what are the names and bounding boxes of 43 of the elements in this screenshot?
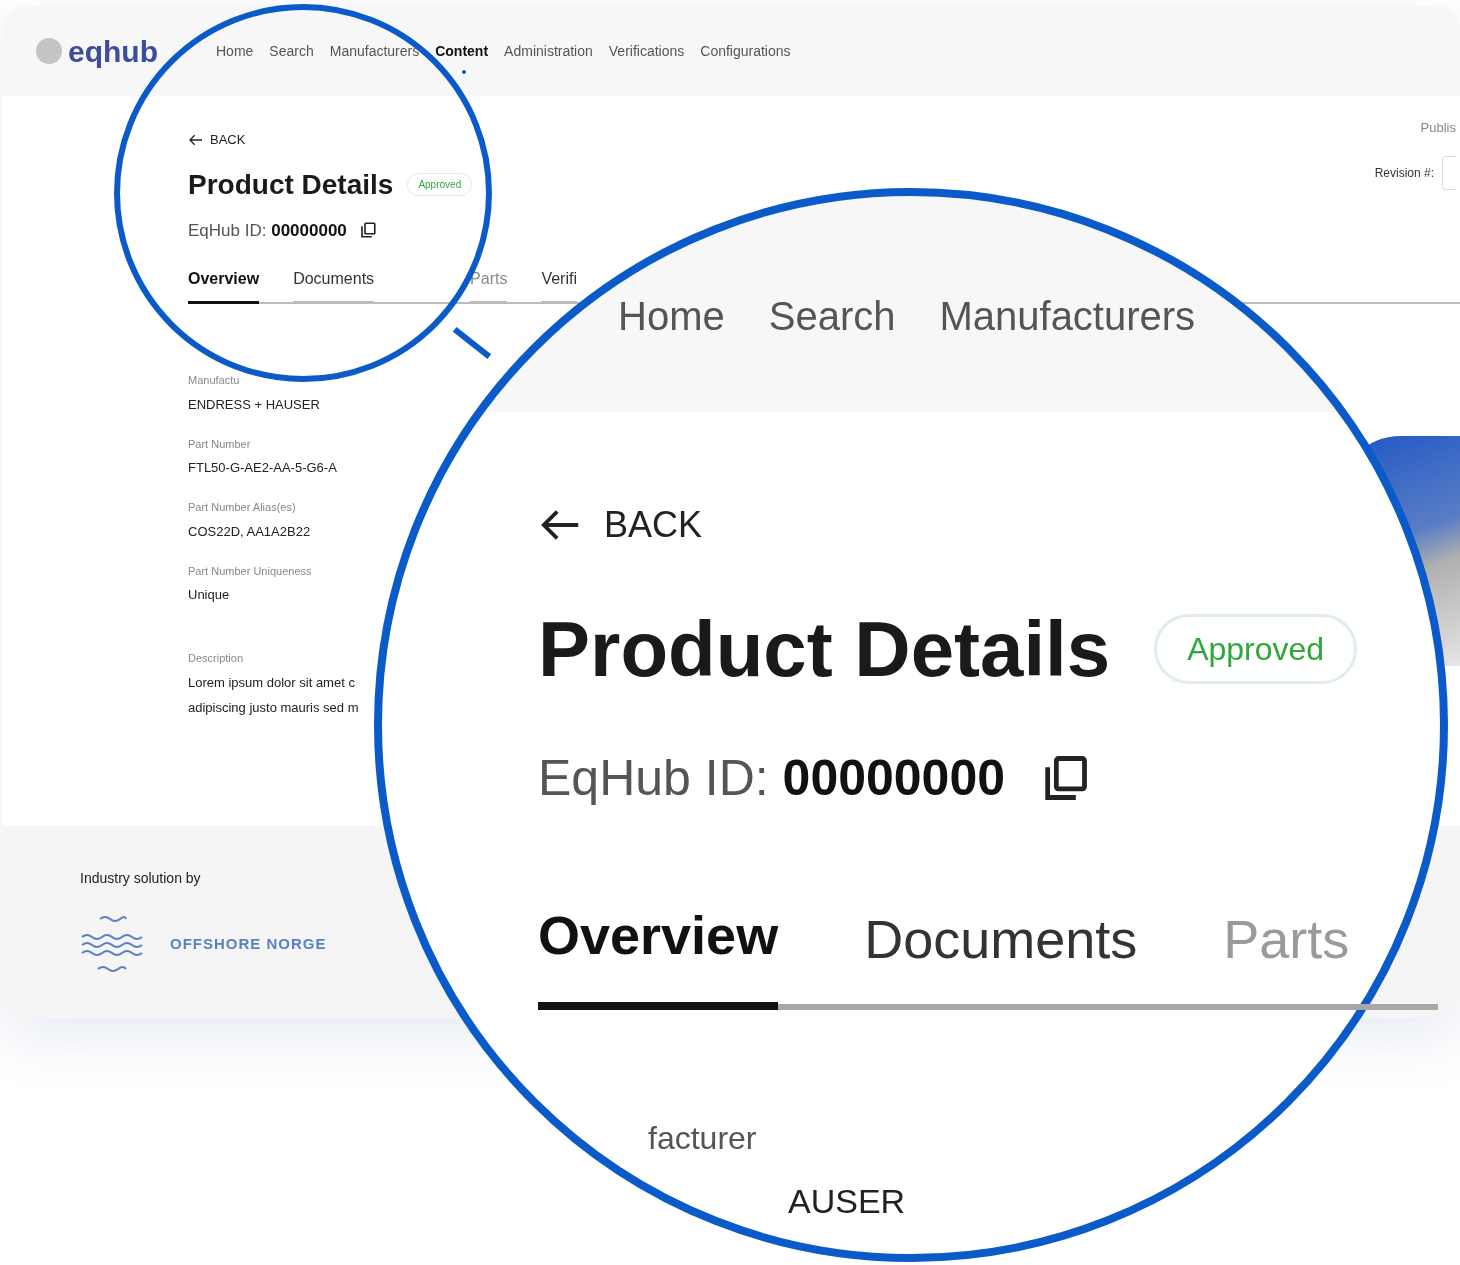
field-label: Part Number [188, 436, 251, 452]
status-badge: Approved [1154, 614, 1358, 684]
nav-link[interactable]: Configurations [700, 40, 791, 62]
revision-label: Revision #: [1374, 164, 1434, 182]
nav-link[interactable]: Administration [504, 40, 593, 62]
field-value: adipiscing justo mauris sed m [188, 698, 359, 717]
nav-link[interactable]: Home [216, 40, 254, 62]
tab[interactable]: Overview [188, 269, 260, 289]
field-label: facturer [648, 1122, 757, 1154]
field-value: FTL50-G-AE2-AA-5-G6-A [188, 459, 337, 477]
nav-link[interactable]: Manufacturers [329, 40, 420, 62]
field-value: ENDRESS + HAUSER [188, 395, 320, 414]
footer-caption: Industry solution by [80, 869, 202, 888]
field-label: Manufactu [188, 373, 240, 388]
nav-link[interactable]: Home [618, 296, 725, 336]
tab[interactable]: Documents [864, 908, 1138, 1010]
revision-field[interactable] [1442, 155, 1456, 190]
field-value: Unique [188, 586, 230, 604]
field-label: Description [188, 651, 244, 666]
nav-link[interactable]: Manufacturers [939, 296, 1196, 336]
publish-label: Publis [1420, 119, 1456, 137]
nav-link[interactable]: Content [435, 40, 489, 62]
page-title: Product Details [538, 610, 1111, 688]
tab[interactable]: Overview [538, 908, 779, 1010]
nav-link[interactable]: Search [768, 296, 896, 336]
field-value: COS22D, AA1A2B22 [188, 522, 311, 541]
tab[interactable]: Verifi [541, 269, 577, 289]
id-text: EqHub ID: 00000000 [538, 753, 1006, 803]
tab[interactable]: Documents [293, 269, 375, 289]
id-text: EqHub ID: 00000000 [188, 219, 347, 242]
logo-text[interactable]: eqhub [68, 28, 158, 74]
back-link[interactable]: BACK [538, 498, 703, 552]
field-label: Part Number Uniqueness [188, 563, 312, 579]
nav-link[interactable]: Search [269, 40, 314, 62]
back-link[interactable]: BACK [188, 130, 246, 150]
nav-link[interactable]: Verifications [608, 40, 685, 62]
partner-name: OFFSHORE NORGE [170, 933, 327, 954]
field-label: Part Number Alias(es) [188, 500, 296, 515]
field-value: AUSER [788, 1184, 906, 1218]
field-value: Lorem ipsum dolor sit amet c [188, 673, 355, 692]
copy-icon[interactable] [358, 221, 377, 240]
logo-icon [36, 38, 62, 64]
page-title: Product Details [188, 167, 394, 202]
